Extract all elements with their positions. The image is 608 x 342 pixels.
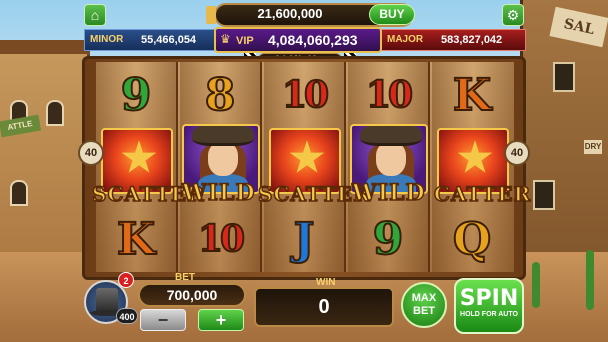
reel-symbol: 10 [197, 217, 246, 261]
jackpot-major-value: 583,827,042 [441, 34, 503, 46]
jackpot-major: MAJOR 583,827,042 [380, 29, 526, 51]
max-bet-label: BET [413, 305, 435, 317]
jackpot-vip-value: 4,084,060,293 [268, 32, 358, 48]
settings-button[interactable]: ⚙ [502, 4, 524, 26]
max-bet-button[interactable]: MAX BET [401, 282, 447, 328]
max-bet-label: MAX [411, 292, 437, 304]
jackpot-row: MINOR 55,466,054 MAJOR 583,827,042 ♛ VIP… [84, 27, 526, 53]
bet-label: BET [175, 272, 195, 283]
reel-2: 8 10 [180, 62, 262, 272]
reel-symbol: K [452, 69, 492, 122]
wild-label: WILD [181, 179, 256, 207]
coin-icon [206, 6, 216, 24]
bet-value: 700,000 [138, 283, 246, 307]
decrease-bet-button[interactable]: − [140, 309, 186, 331]
sheriff-star-icon [121, 140, 157, 173]
payline-count-right: 40 [504, 140, 530, 166]
scatter-label: CATTER [433, 181, 532, 207]
reel-1: 9 K [96, 62, 178, 272]
increase-bet-button[interactable]: + [198, 309, 244, 331]
payline-count-left: 40 [78, 140, 104, 166]
reel-symbol: 9 [120, 69, 153, 122]
jackpot-minor-value: 55,466,054 [141, 34, 197, 46]
jackpot-minor: MINOR 55,466,054 [84, 29, 216, 51]
jackpot-vip: ♛ VIP 4,084,060,293 [214, 27, 382, 53]
reel-symbol: Q [452, 213, 492, 266]
reel-symbol: J [293, 213, 316, 266]
reel-symbol: 9 [372, 213, 405, 266]
jackpot-major-label: MAJOR [387, 34, 424, 45]
reel-5: K Q [432, 62, 514, 272]
cactus [586, 250, 594, 310]
reel-symbol: 10 [365, 73, 414, 117]
spin-button[interactable]: SPIN HOLD FOR AUTO [454, 278, 524, 334]
sheriff-star-icon [457, 140, 493, 173]
background-sign-right-small: DRY [584, 140, 602, 154]
win-value: 0 [254, 287, 394, 327]
crown-icon: ♛ [220, 32, 231, 46]
reel-4: 10 9 [348, 62, 430, 272]
reel-3: 10 J [264, 62, 346, 272]
spin-sublabel: HOLD FOR AUTO [460, 311, 518, 318]
home-icon: ⌂ [90, 7, 100, 23]
gear-icon: ⚙ [506, 6, 520, 23]
reel-symbol: 8 [204, 69, 237, 122]
reel-symbol: K [116, 213, 156, 266]
player-level: 400 [116, 308, 138, 324]
cactus [532, 262, 540, 308]
home-button[interactable]: ⌂ [84, 4, 106, 26]
top-hat-icon [96, 288, 118, 312]
wild-label: WILD [351, 179, 426, 207]
sheriff-star-icon [289, 140, 325, 173]
jackpot-minor-label: MINOR [90, 34, 124, 45]
buy-button[interactable]: BUY [369, 4, 415, 25]
saloon-sign: SAL [549, 6, 608, 48]
spin-label: SPIN [459, 286, 519, 311]
notification-badge[interactable]: 2 [118, 272, 134, 288]
balance-value: 21,600,000 [257, 6, 323, 21]
jackpot-vip-label: VIP [236, 35, 254, 47]
reel-symbol: 10 [281, 73, 330, 117]
reels-area: 9 K 8 10 10 J 10 9 K Q [96, 62, 514, 272]
